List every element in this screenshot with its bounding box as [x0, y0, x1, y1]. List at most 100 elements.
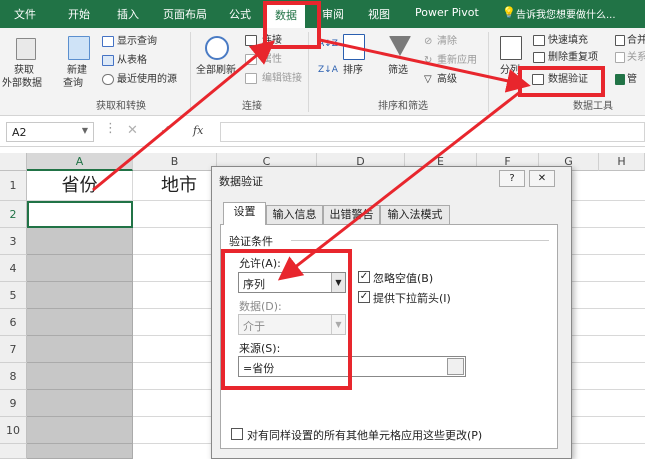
tab-input-message[interactable]: 输入信息 — [266, 205, 323, 224]
help-button[interactable]: ? — [499, 170, 525, 187]
filter-button[interactable]: 筛选 — [388, 64, 408, 77]
cell[interactable] — [133, 228, 217, 255]
relationships-button[interactable]: 关系 — [627, 51, 645, 64]
cell[interactable] — [27, 255, 133, 282]
close-icon[interactable]: ✕ — [529, 170, 555, 187]
cell[interactable] — [133, 201, 217, 228]
tab-file[interactable]: 文件 — [14, 6, 36, 22]
column-header-a[interactable]: A — [27, 153, 133, 171]
properties-button[interactable]: 属性 — [262, 53, 282, 66]
cell[interactable] — [27, 390, 133, 417]
tab-page-layout[interactable]: 页面布局 — [163, 6, 207, 22]
cell[interactable] — [27, 228, 133, 255]
row-header[interactable]: 3 — [0, 228, 27, 255]
cell[interactable] — [27, 282, 133, 309]
row-header[interactable]: 8 — [0, 363, 27, 390]
consolidate-button[interactable]: 合并 — [627, 34, 645, 47]
cell[interactable] — [572, 390, 645, 417]
cell[interactable] — [572, 417, 645, 444]
tab-review[interactable]: 审阅 — [322, 6, 344, 22]
tab-view[interactable]: 视图 — [368, 6, 390, 22]
row-header[interactable]: 6 — [0, 309, 27, 336]
select-all-corner[interactable] — [0, 153, 27, 171]
criteria-divider — [291, 240, 549, 241]
cell[interactable] — [27, 444, 133, 459]
cancel-icon[interactable]: ✕ — [127, 123, 138, 138]
get-external-label2[interactable]: 外部数据 — [2, 77, 42, 90]
row-header[interactable]: 7 — [0, 336, 27, 363]
column-header-h[interactable]: H — [599, 153, 645, 171]
tab-settings[interactable]: 设置 — [223, 202, 266, 225]
connections-icon — [245, 35, 257, 46]
dropdown-arrow-checkbox[interactable]: ✓ — [358, 291, 370, 303]
cell[interactable] — [133, 390, 217, 417]
tab-home[interactable]: 开始 — [68, 6, 90, 22]
tab-insert[interactable]: 插入 — [117, 6, 139, 22]
reapply-button[interactable]: 重新应用 — [437, 54, 477, 67]
cell[interactable] — [133, 255, 217, 282]
ignore-blank-checkbox[interactable]: ✓ — [358, 271, 370, 283]
cell[interactable] — [572, 201, 645, 228]
show-query-button[interactable]: 显示查询 — [117, 35, 157, 48]
advanced-button[interactable]: 高级 — [437, 73, 457, 86]
tell-me-box[interactable]: 告诉我您想要做什么... — [516, 6, 616, 21]
sort-button[interactable]: 排序 — [343, 64, 363, 77]
row-header[interactable]: 5 — [0, 282, 27, 309]
cell[interactable] — [27, 309, 133, 336]
cell[interactable] — [27, 363, 133, 390]
edit-links-icon — [245, 73, 257, 84]
row-header[interactable]: 4 — [0, 255, 27, 282]
cell[interactable] — [133, 417, 217, 444]
manage-button[interactable]: 管 — [627, 73, 637, 86]
cell[interactable] — [572, 282, 645, 309]
cell-a1[interactable]: 省份 — [27, 171, 133, 201]
row-header[interactable]: 2 — [0, 201, 27, 228]
row-header[interactable]: 9 — [0, 390, 27, 417]
formula-input[interactable] — [220, 122, 645, 142]
insert-function-button[interactable]: fx — [193, 124, 203, 137]
range-select-icon[interactable] — [447, 358, 464, 375]
flash-fill-button[interactable]: 快速填充 — [548, 34, 588, 47]
recent-sources-button[interactable]: 最近使用的源 — [117, 73, 177, 86]
sort-za-icon[interactable]: Z↓A — [318, 64, 338, 77]
cell-b1[interactable]: 地市 — [133, 171, 217, 201]
cell[interactable] — [133, 309, 217, 336]
chevron-down-icon[interactable]: ▼ — [82, 126, 88, 135]
cell[interactable] — [27, 336, 133, 363]
cell[interactable] — [572, 171, 645, 201]
enter-icon[interactable]: ✓ — [160, 123, 171, 138]
remove-duplicates-button[interactable]: 删除重复项 — [548, 51, 598, 64]
cell[interactable] — [572, 309, 645, 336]
tab-power-pivot[interactable]: Power Pivot — [415, 6, 479, 19]
get-external-label1[interactable]: 获取 — [14, 64, 34, 77]
apply-all-checkbox[interactable] — [231, 428, 243, 440]
cell[interactable] — [133, 363, 217, 390]
new-query-label1[interactable]: 新建 — [67, 64, 87, 77]
manage-model-icon — [615, 74, 625, 85]
clear-button[interactable]: 清除 — [437, 35, 457, 48]
new-query-icon — [68, 36, 90, 60]
cell-a2-selected[interactable] — [27, 201, 133, 228]
cell[interactable] — [133, 336, 217, 363]
new-query-label2[interactable]: 查询 — [63, 77, 83, 90]
cell[interactable] — [133, 282, 217, 309]
name-box[interactable]: A2 ▼ — [6, 122, 94, 142]
cell[interactable] — [572, 336, 645, 363]
tab-error-alert[interactable]: 出错警告 — [323, 205, 380, 224]
tab-formulas[interactable]: 公式 — [229, 6, 251, 22]
cell[interactable] — [572, 363, 645, 390]
cell[interactable] — [27, 417, 133, 444]
split-button[interactable]: 分列 — [500, 64, 520, 77]
tab-ime-mode[interactable]: 输入法模式 — [380, 205, 450, 224]
relationships-icon — [615, 52, 625, 63]
external-data-icon — [16, 38, 36, 60]
column-header-b[interactable]: B — [133, 153, 217, 171]
edit-links-button[interactable]: 编辑链接 — [262, 72, 302, 85]
cell[interactable] — [572, 228, 645, 255]
row-header[interactable]: 1 — [0, 171, 27, 201]
row-header[interactable] — [0, 444, 27, 459]
cell[interactable] — [572, 255, 645, 282]
refresh-all-button[interactable]: 全部刷新 — [196, 64, 236, 77]
from-table-button[interactable]: 从表格 — [117, 54, 147, 67]
row-header[interactable]: 10 — [0, 417, 27, 444]
